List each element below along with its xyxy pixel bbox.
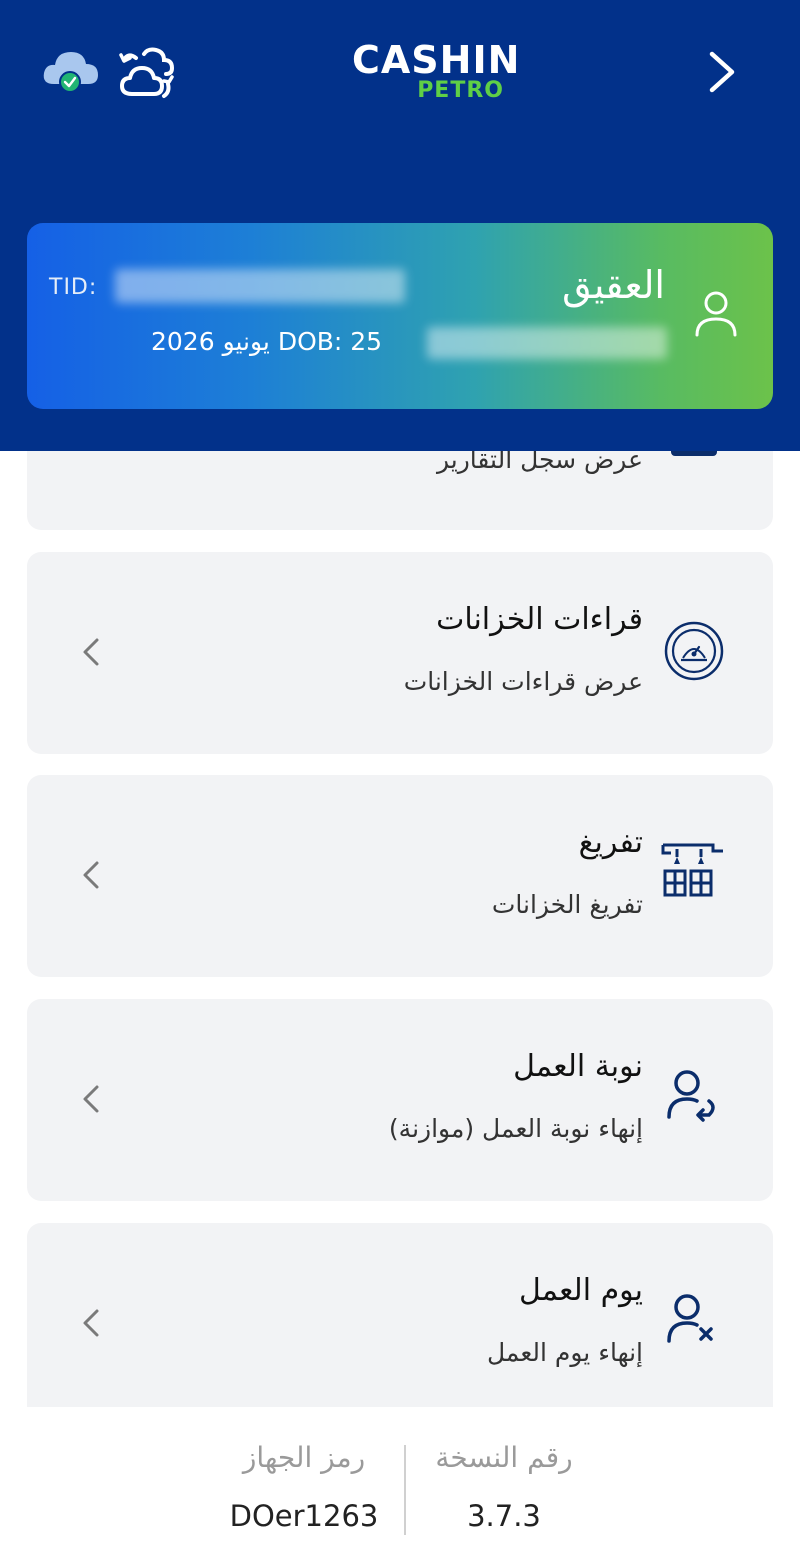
redacted-tid — [115, 269, 405, 303]
device-label: رمز الجهاز — [242, 1441, 366, 1474]
cloud-sync-icon[interactable] — [118, 44, 176, 100]
card-title: تفريغ — [578, 825, 643, 860]
chevron-right-icon[interactable] — [704, 48, 740, 96]
user-icon — [695, 291, 737, 337]
card-subtitle: عرض قراءات الخزانات — [403, 667, 643, 696]
version-value: 3.7.3 — [467, 1499, 541, 1533]
card-subtitle: إنهاء نوبة العمل (موازنة) — [388, 1114, 643, 1143]
user-end-day-icon — [667, 1294, 713, 1343]
dob-text: DOB: 25 يونيو 2026 — [151, 327, 383, 356]
tank-unload-icon — [661, 843, 723, 897]
card-tank-unload[interactable]: تفريغ تفريغ الخزانات — [27, 775, 773, 977]
station-info-card: TID: DOB: 25 يونيو 2026 العقيق — [27, 223, 773, 409]
logo-main-text: CASHIN — [352, 38, 521, 82]
chevron-left-icon — [83, 1085, 99, 1113]
card-work-day[interactable]: يوم العمل إنهاء يوم العمل — [27, 1223, 773, 1425]
card-title: يوم العمل — [519, 1273, 643, 1308]
chevron-left-icon — [83, 1309, 99, 1337]
version-label: رقم النسخة — [435, 1441, 573, 1474]
card-tank-readings[interactable]: قراءات الخزانات عرض قراءات الخزانات — [27, 552, 773, 754]
cloud-check-icon[interactable] — [40, 44, 102, 96]
card-shift[interactable]: نوبة العمل إنهاء نوبة العمل (موازنة) — [27, 999, 773, 1201]
station-name: العقيق — [562, 263, 665, 307]
chevron-left-icon — [83, 638, 99, 666]
app-header: CASHIN PETRO TID: DOB: 25 يونيو 2026 الع… — [0, 0, 800, 451]
tid-label: TID: — [49, 275, 98, 300]
card-subtitle: إنهاء يوم العمل — [486, 1338, 643, 1367]
device-value: DOer1263 — [229, 1499, 379, 1533]
card-title: قراءات الخزانات — [436, 602, 643, 637]
app-footer: رقم النسخة 3.7.3 رمز الجهاز DOer1263 — [0, 1407, 800, 1567]
card-title: نوبة العمل — [513, 1049, 643, 1084]
brand-logo: CASHIN PETRO — [352, 40, 519, 104]
chevron-left-icon — [83, 861, 99, 889]
redacted-info — [427, 327, 667, 359]
card-subtitle: تفريغ الخزانات — [491, 890, 643, 919]
logo-sub-text: PETRO — [417, 78, 504, 103]
user-shift-icon — [667, 1070, 715, 1122]
gauge-icon — [664, 621, 724, 681]
